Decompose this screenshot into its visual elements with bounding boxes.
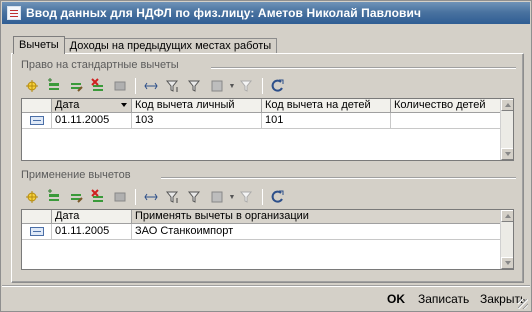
save-button[interactable]: Записать	[414, 290, 473, 308]
section-divider	[211, 67, 516, 69]
list-icon[interactable]	[206, 187, 228, 207]
marker-header	[22, 99, 52, 113]
marker-header	[22, 210, 52, 224]
delete-icon[interactable]	[87, 76, 109, 96]
range-icon[interactable]	[140, 187, 162, 207]
filter-icon[interactable]	[162, 76, 184, 96]
toolbar-separator	[135, 78, 136, 94]
column-header-personal-code[interactable]: Код вычета личный	[132, 99, 262, 113]
filter-value-icon[interactable]	[184, 76, 206, 96]
section-divider	[161, 177, 516, 179]
mark-icon[interactable]	[109, 76, 131, 96]
table-header: Дата Применять вычеты в организации	[22, 210, 502, 224]
row-icon	[29, 116, 44, 125]
chevron-down-icon[interactable]: ▼	[228, 187, 236, 207]
list-icon[interactable]	[206, 76, 228, 96]
delete-icon[interactable]	[87, 187, 109, 207]
vertical-scrollbar[interactable]	[500, 210, 513, 269]
cell-personal-code[interactable]: 103	[132, 113, 262, 129]
document-icon	[7, 6, 21, 20]
clear-filter-icon[interactable]	[236, 187, 258, 207]
column-header-date[interactable]: Дата	[52, 210, 132, 224]
table-header: Дата Код вычета личный Код вычета на дет…	[22, 99, 502, 113]
window-title: Ввод данных для НДФЛ по физ.лицу: Аметов…	[26, 6, 422, 20]
dialog-footer: OK Записать Закрыть	[2, 285, 530, 311]
toolbar-separator	[135, 189, 136, 205]
title-bar[interactable]: Ввод данных для НДФЛ по физ.лицу: Аметов…	[2, 2, 530, 24]
cell-organization[interactable]: ЗАО Станкоимпорт	[132, 224, 502, 240]
add-icon[interactable]	[21, 76, 43, 96]
cell-children-code[interactable]: 101	[262, 113, 391, 129]
chevron-down-icon[interactable]: ▼	[228, 76, 236, 96]
column-header-children-count[interactable]: Количество детей	[391, 99, 502, 113]
toolbar-separator	[262, 189, 263, 205]
toolbar-standard: ▼	[21, 75, 289, 97]
row-marker	[22, 113, 52, 129]
refresh-icon[interactable]	[267, 76, 289, 96]
ok-button[interactable]: OK	[383, 290, 409, 308]
row-marker	[22, 224, 52, 240]
column-header-date[interactable]: Дата	[52, 99, 132, 113]
resize-grip-icon[interactable]	[518, 299, 528, 309]
range-icon[interactable]	[140, 76, 162, 96]
table-row[interactable]: 01.11.2005 103 101	[22, 113, 502, 129]
edit-icon[interactable]	[65, 76, 87, 96]
mark-icon[interactable]	[109, 187, 131, 207]
cell-date[interactable]: 01.11.2005	[52, 224, 132, 240]
add-copy-icon[interactable]	[43, 187, 65, 207]
cell-children-count[interactable]	[391, 113, 502, 129]
row-icon	[29, 227, 44, 236]
section-title-applied: Применение вычетов	[21, 169, 131, 181]
footer-divider	[2, 285, 530, 287]
toolbar-applied: ▼	[21, 186, 289, 208]
dialog-window: Ввод данных для НДФЛ по физ.лицу: Аметов…	[0, 0, 532, 312]
tab-strip: Вычеты Доходы на предыдущих местах работ…	[13, 36, 278, 54]
scroll-down-arrow-icon[interactable]	[501, 257, 513, 269]
toolbar-separator	[262, 78, 263, 94]
add-copy-icon[interactable]	[43, 76, 65, 96]
vertical-scrollbar[interactable]	[500, 99, 513, 160]
tab-previous-income[interactable]: Доходы на предыдущих местах работы	[63, 38, 278, 54]
applied-deductions-table[interactable]: Дата Применять вычеты в организации 01.1…	[21, 209, 514, 270]
tab-deductions[interactable]: Вычеты	[13, 36, 65, 54]
column-header-organization[interactable]: Применять вычеты в организации	[132, 210, 502, 224]
scroll-up-arrow-icon[interactable]	[501, 210, 513, 222]
scroll-down-arrow-icon[interactable]	[501, 148, 513, 160]
standard-deductions-table[interactable]: Дата Код вычета личный Код вычета на дет…	[21, 98, 514, 161]
table-row[interactable]: 01.11.2005 ЗАО Станкоимпорт	[22, 224, 502, 240]
refresh-icon[interactable]	[267, 187, 289, 207]
filter-icon[interactable]	[162, 187, 184, 207]
filter-value-icon[interactable]	[184, 187, 206, 207]
section-title-standard: Право на стандартные вычеты	[21, 59, 179, 71]
edit-icon[interactable]	[65, 187, 87, 207]
scroll-up-arrow-icon[interactable]	[501, 99, 513, 111]
sort-icon	[121, 103, 127, 107]
column-header-children-code[interactable]: Код вычета на детей	[262, 99, 391, 113]
add-icon[interactable]	[21, 187, 43, 207]
cell-date[interactable]: 01.11.2005	[52, 113, 132, 129]
clear-filter-icon[interactable]	[236, 76, 258, 96]
